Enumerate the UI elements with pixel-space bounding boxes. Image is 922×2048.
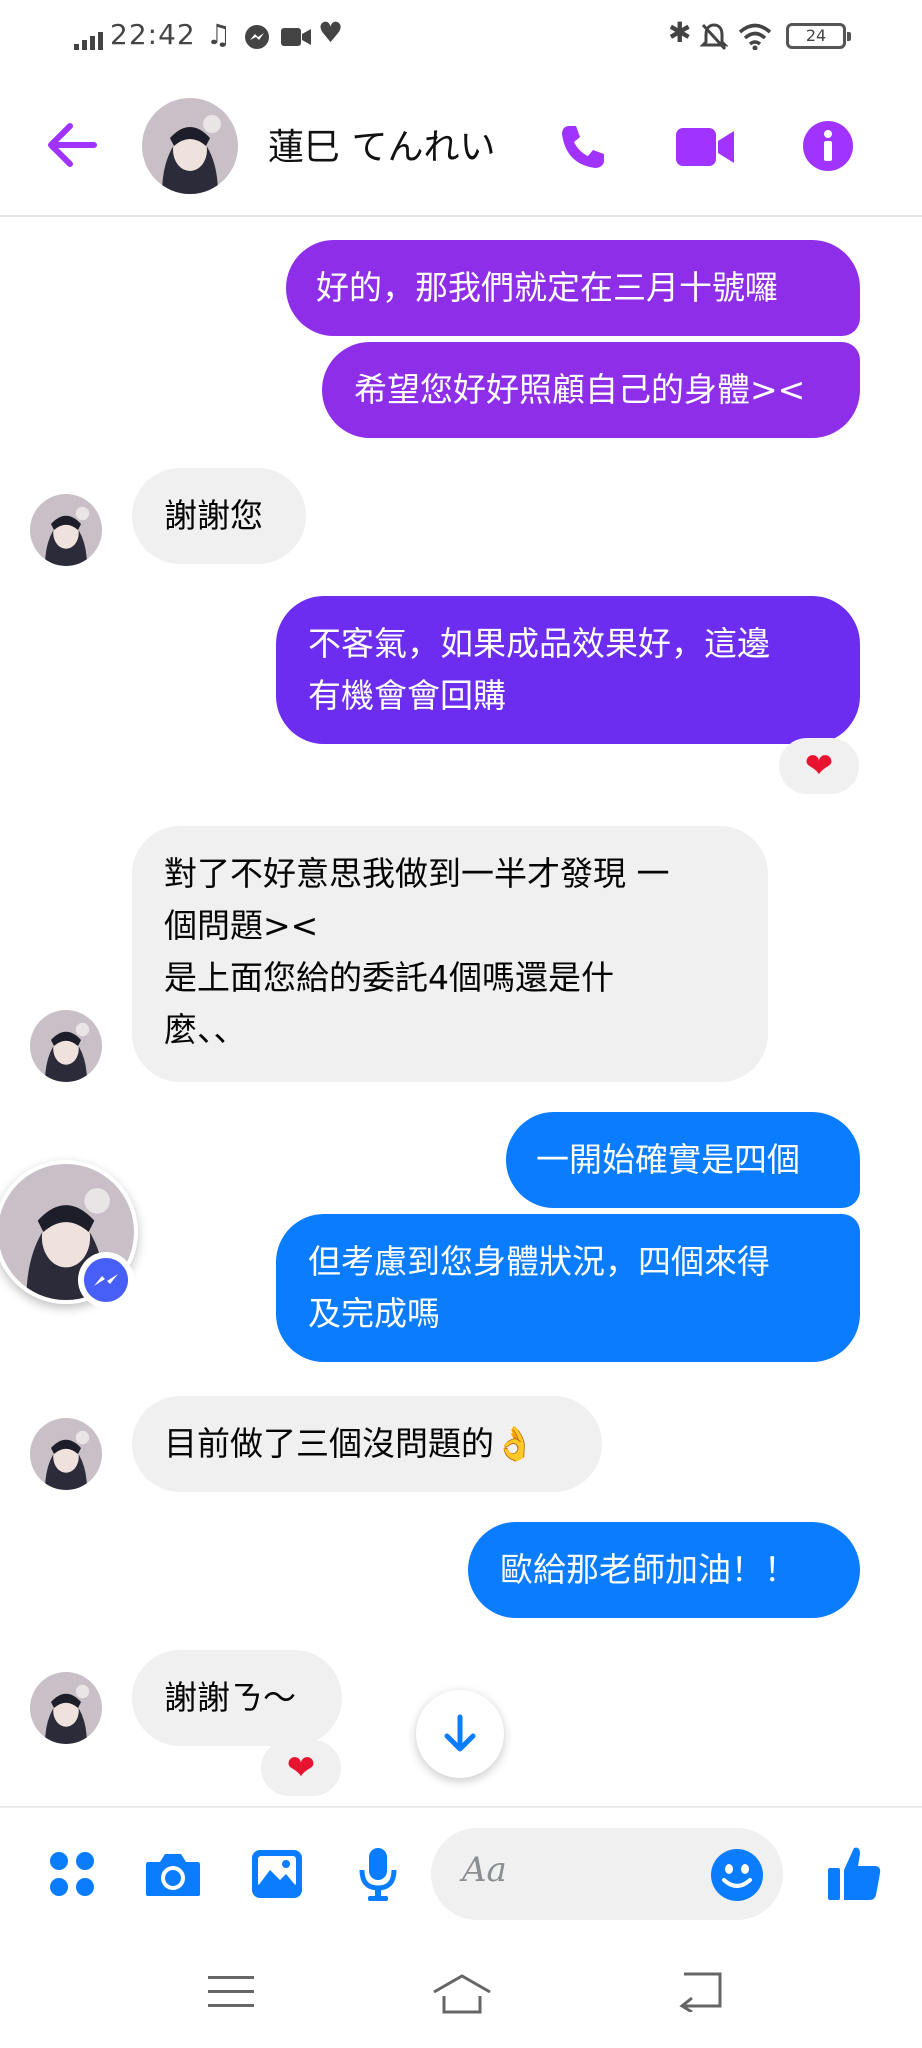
apps-icon[interactable] [48,1850,96,1898]
contact-avatar[interactable] [142,98,238,194]
signal-icon [74,32,103,50]
message-line: 不客氣，如果成品效果好，這邊 [308,624,770,663]
contact-name[interactable]: 蓮巳 てんれい [268,118,495,170]
chat-head[interactable] [0,1160,142,1326]
message-line: 好的，那我們就定在三月十號囉 [316,268,778,307]
mute-bell-icon [700,23,728,51]
incoming-message[interactable]: 謝謝您 [132,468,306,564]
sender-avatar [30,1672,102,1744]
messenger-badge-icon [78,1252,134,1308]
scroll-to-bottom-button[interactable] [416,1690,504,1778]
outgoing-message[interactable]: 希望您好好照顧自己的身體>< [322,342,860,438]
message-input-placeholder: Aa [462,1850,507,1890]
message-line: 希望您好好照顧自己的身體>< [354,370,806,409]
heart-reaction-icon: ❤ [286,1748,316,1788]
incoming-message[interactable]: 目前做了三個沒問題的👌 [132,1396,602,1492]
outgoing-message[interactable]: 但考慮到您身體狀況，四個來得 及完成嗎 [276,1214,860,1362]
status-bar: 22:42 ♫ ♥ ✱ 24 [0,0,922,72]
outgoing-message[interactable]: 好的，那我們就定在三月十號囉 [286,240,860,336]
sender-avatar [30,1010,102,1082]
heart-notification-icon: ♥ [318,16,344,49]
camera-icon[interactable] [144,1850,202,1898]
message-line: 及完成嗎 [308,1294,440,1333]
music-note-icon: ♫ [206,18,232,51]
heart-reaction[interactable]: ❤ [261,1740,341,1796]
thumbs-up-icon[interactable] [826,1844,882,1902]
outgoing-message[interactable]: 一開始確實是四個 [506,1112,860,1208]
battery-indicator: 24 [786,23,851,49]
message-line: 麼、、 [164,1010,247,1049]
microphone-icon[interactable] [358,1846,398,1902]
incoming-message[interactable]: 謝謝ㄋ～ [132,1650,342,1746]
message-line: 但考慮到您身體狀況，四個來得 [308,1242,770,1281]
message-line: 一開始確實是四個 [536,1140,800,1179]
heart-reaction[interactable]: ❤ [779,738,859,794]
emoji-icon[interactable] [710,1848,764,1902]
messenger-notification-icon [245,25,269,49]
message-line: 謝謝ㄋ～ [164,1678,296,1717]
message-line: 歐給那老師加油！！ [500,1550,797,1589]
sender-avatar [30,1418,102,1490]
video-camera-icon[interactable] [676,126,736,168]
arrow-down-icon [444,1714,476,1752]
back-icon[interactable] [678,1972,724,2012]
gallery-icon[interactable] [250,1848,304,1900]
message-line: 有機會會回購 [308,676,506,715]
sender-avatar [30,494,102,566]
status-time: 22:42 [110,18,196,51]
video-notification-icon [281,28,311,46]
back-arrow-icon[interactable] [46,122,98,168]
outgoing-message[interactable]: 歐給那老師加油！！ [468,1522,860,1618]
bluetooth-icon: ✱ [668,16,692,49]
home-icon[interactable] [432,1972,492,2014]
message-line: 謝謝您 [164,496,263,535]
message-line: 個問題>< [164,906,319,945]
phone-icon[interactable] [558,122,608,172]
outgoing-message[interactable]: 不客氣，如果成品效果好，這邊 有機會會回購 [276,596,860,744]
heart-reaction-icon: ❤ [804,746,834,786]
menu-icon[interactable] [208,1974,254,2010]
message-line: 對了不好意思我做到一半才發現 一 [164,854,670,893]
wifi-icon [738,23,772,50]
incoming-message[interactable]: 對了不好意思我做到一半才發現 一 個問題>< 是上面您給的委託4個嗎還是什 麼、… [132,826,768,1082]
message-line: 目前做了三個沒問題的👌 [164,1424,536,1463]
message-line: 是上面您給的委託4個嗎還是什 [164,958,614,997]
info-icon[interactable] [802,120,854,172]
